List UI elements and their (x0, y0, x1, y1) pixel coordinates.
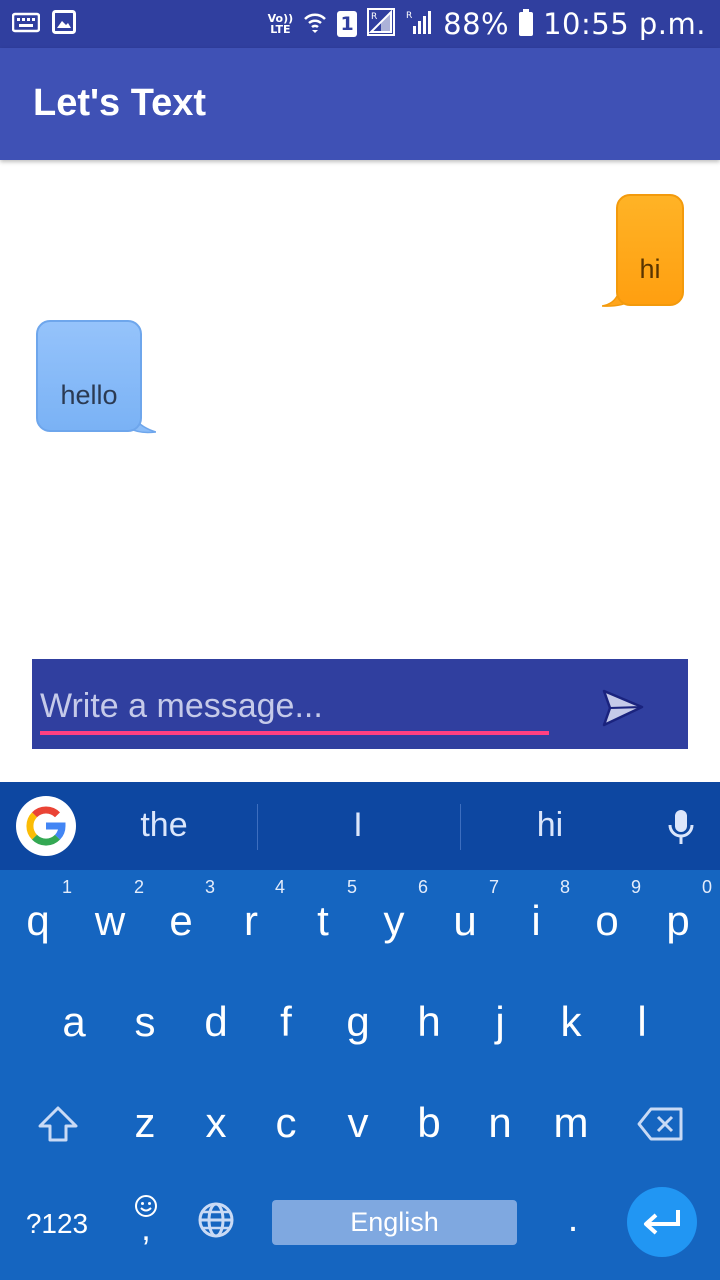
key-n[interactable]: n (470, 1088, 530, 1158)
key-o[interactable]: o9 (577, 878, 641, 956)
enter-key[interactable] (627, 1187, 697, 1257)
key-i[interactable]: i8 (506, 878, 570, 956)
suggestion-1[interactable]: the (104, 806, 224, 845)
key-r[interactable]: r4 (221, 878, 285, 956)
shift-key[interactable] (30, 1104, 86, 1148)
shift-icon (38, 1106, 78, 1142)
send-button[interactable] (600, 687, 646, 731)
signal-strength-icon: R (405, 8, 433, 40)
google-g-icon (26, 806, 66, 846)
key-z[interactable]: z (115, 1088, 175, 1158)
key-v[interactable]: v (328, 1088, 388, 1158)
wifi-icon (303, 10, 327, 38)
soft-keyboard: the I hi q1 w2 e3 r4 t5 y6 u7 i8 o9 p0 a… (0, 782, 720, 1280)
key-s[interactable]: s (115, 987, 175, 1057)
globe-icon (198, 1202, 234, 1238)
suggestion-divider (460, 804, 461, 850)
google-button[interactable] (16, 796, 76, 856)
backspace-icon (637, 1107, 683, 1141)
suggestion-3[interactable]: hi (490, 806, 610, 845)
language-key[interactable] (194, 1200, 238, 1244)
status-notifications (11, 10, 76, 38)
key-q[interactable]: q1 (8, 878, 72, 956)
message-bubble-outgoing[interactable]: hi (616, 194, 684, 306)
comma-label: , (141, 1210, 151, 1248)
battery-icon (519, 9, 534, 36)
suggestion-strip: the I hi (0, 782, 720, 870)
key-h[interactable]: h (399, 987, 459, 1057)
sim-slot-number: 1 (340, 13, 354, 35)
backspace-key[interactable] (636, 1106, 686, 1146)
key-l[interactable]: l (612, 987, 672, 1057)
battery-percent: 88% (443, 7, 510, 41)
space-key[interactable]: English (272, 1200, 517, 1245)
key-c[interactable]: c (256, 1088, 316, 1158)
image-notification-icon (52, 10, 76, 38)
signal-roaming-icon: R (367, 8, 396, 40)
key-p[interactable]: p0 (648, 878, 712, 956)
app-bar: Let's Text (0, 48, 720, 160)
clock: 10:55 p.m. (543, 7, 706, 41)
message-text: hello (60, 380, 118, 410)
status-bar: Vo)) LTE 1 R R 88% 10:55 p.m. (0, 0, 720, 48)
suggestion-divider (257, 804, 258, 850)
key-f[interactable]: f (256, 987, 316, 1057)
key-j[interactable]: j (470, 987, 530, 1057)
key-k[interactable]: k (541, 987, 601, 1057)
input-underline (40, 731, 549, 735)
key-a[interactable]: a (44, 987, 104, 1057)
key-g[interactable]: g (328, 987, 388, 1057)
message-bubble-incoming[interactable]: hello (36, 320, 142, 432)
key-y[interactable]: y6 (364, 878, 429, 956)
key-m[interactable]: m (541, 1088, 601, 1158)
emoji-comma-key[interactable]: , (124, 1192, 168, 1252)
key-e[interactable]: e3 (151, 878, 215, 956)
key-b[interactable]: b (399, 1088, 459, 1158)
status-indicators: Vo)) LTE 1 R R 88% 10:55 p.m. (268, 6, 706, 42)
keyboard-notification-icon (11, 11, 41, 37)
suggestion-2[interactable]: I (298, 806, 418, 845)
key-t[interactable]: t5 (293, 878, 357, 956)
message-text: hi (639, 254, 661, 284)
key-d[interactable]: d (186, 987, 246, 1057)
period-key[interactable]: . (550, 1194, 596, 1244)
sim-slot-icon: 1 (337, 11, 358, 37)
message-input[interactable] (40, 681, 550, 731)
key-w[interactable]: w2 (80, 878, 144, 956)
microphone-icon (668, 810, 694, 844)
enter-icon (644, 1210, 680, 1235)
symbols-key[interactable]: ?123 (14, 1204, 100, 1244)
volte-indicator: Vo)) LTE (267, 12, 294, 36)
mic-button[interactable] (664, 808, 698, 850)
app-title: Let's Text (33, 82, 207, 124)
svg-text:R: R (406, 11, 412, 21)
svg-text:R: R (371, 12, 377, 22)
key-x[interactable]: x (186, 1088, 246, 1158)
key-u[interactable]: u7 (435, 878, 499, 956)
compose-bar (32, 659, 688, 749)
send-icon (602, 689, 644, 727)
